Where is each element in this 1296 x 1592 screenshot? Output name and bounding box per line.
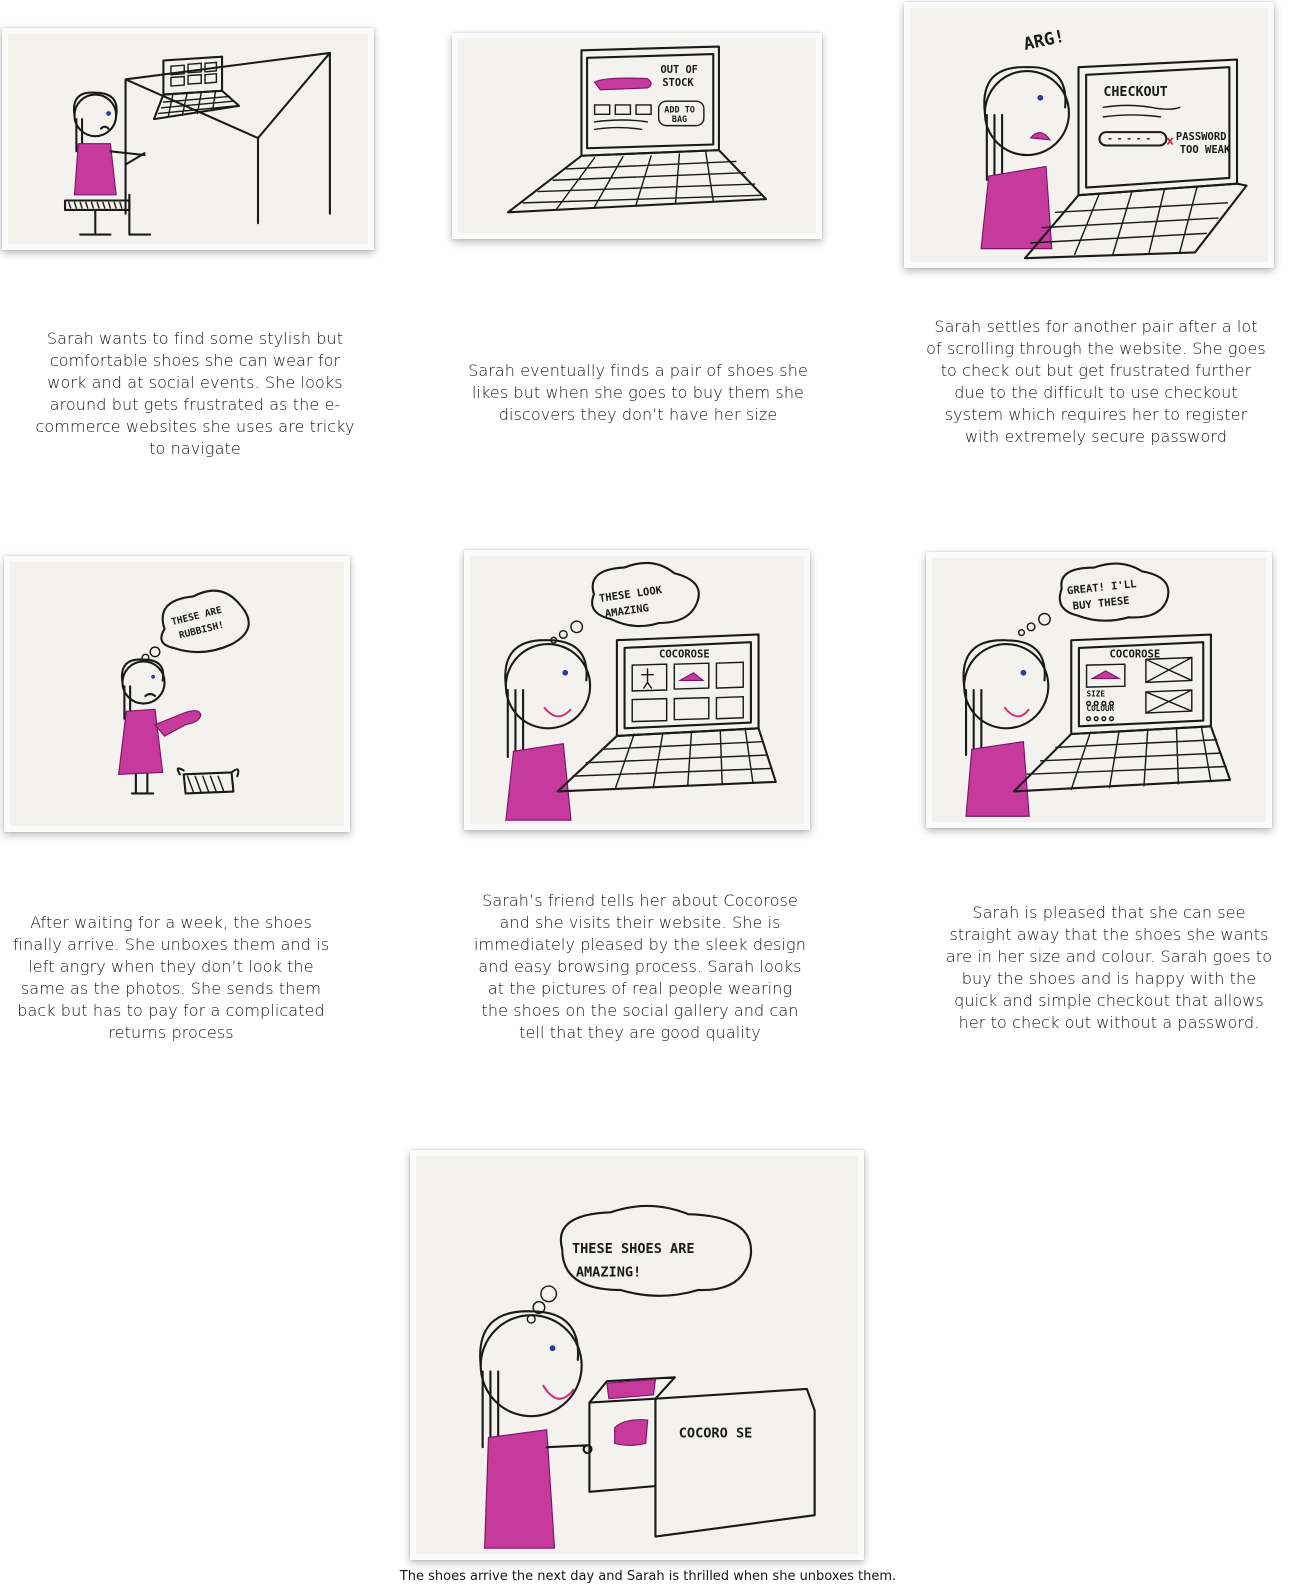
panel-4-sketch: THESE ARE RUBBISH! bbox=[4, 556, 350, 832]
panel-6-sketch: GREAT! I'LL BUY THESE COCOROSE SIZE COLO… bbox=[926, 552, 1272, 828]
size-option-label: SIZE bbox=[1087, 690, 1106, 699]
panel-2-sketch: OUT OF STOCK ADD TO BAG bbox=[452, 33, 822, 239]
password-error-line2: TOO WEAK bbox=[1180, 144, 1231, 156]
panel-2-drawing: OUT OF STOCK ADD TO BAG bbox=[506, 45, 768, 214]
thought-these-look-line1: THESE LOOK bbox=[598, 584, 663, 605]
panel-3-caption: Sarah settles for another pair after a l… bbox=[926, 317, 1266, 446]
panel-3-sketch: ARG! CHECKOUT x PASSWORD TOO WEAK bbox=[904, 2, 1274, 268]
panel-4-drawing: THESE ARE RUBBISH! bbox=[118, 589, 250, 795]
panel-5-caption: Sarah’s friend tells her about Cocorose … bbox=[474, 891, 806, 1042]
cocorose-screen-title: COCOROSE bbox=[659, 648, 710, 660]
thought-shoes-line1: THESE SHOES ARE bbox=[572, 1241, 695, 1257]
panel-7-caption: The shoes arrive the next day and Sarah … bbox=[399, 1569, 897, 1584]
panel-1-caption: Sarah wants to find some stylish but com… bbox=[35, 329, 355, 458]
panel-7-sketch: THESE SHOES ARE AMAZING! COCORO SE bbox=[410, 1150, 864, 1560]
panel-2-caption: Sarah eventually finds a pair of shoes s… bbox=[468, 361, 808, 424]
panel-5-sketch: THESE LOOK AMAZING COCOROSE bbox=[464, 550, 810, 830]
checkout-title: CHECKOUT bbox=[1103, 85, 1167, 100]
thought-these-look-line2: AMAZING bbox=[604, 602, 650, 620]
svg-text:x: x bbox=[1166, 134, 1174, 148]
panel-1-drawing bbox=[63, 51, 331, 236]
out-of-stock-line1: OUT OF bbox=[661, 64, 698, 76]
add-to-bag-line2: BAG bbox=[672, 114, 687, 124]
password-error-line1: PASSWORD bbox=[1176, 131, 1227, 143]
thought-great-line2: BUY THESE bbox=[1072, 595, 1130, 613]
panel-6-drawing: GREAT! I'LL BUY THESE COCOROSE SIZE COLO… bbox=[962, 562, 1232, 817]
thought-shoes-line2: AMAZING! bbox=[576, 1264, 641, 1280]
panel-6-caption: Sarah is pleased that she can see straig… bbox=[945, 903, 1273, 1032]
panel-1-sketch bbox=[2, 28, 374, 250]
box-brand-label: COCORO SE bbox=[679, 1426, 753, 1442]
panel-4-caption: After waiting for a week, the shoes fina… bbox=[12, 913, 330, 1042]
arg-exclaim: ARG! bbox=[1022, 27, 1067, 55]
panel-5-drawing: THESE LOOK AMAZING COCOROSE bbox=[504, 561, 777, 821]
panel-7-drawing: THESE SHOES ARE AMAZING! COCORO SE bbox=[479, 1204, 816, 1549]
out-of-stock-line2: STOCK bbox=[662, 77, 694, 89]
panel-3-drawing: ARG! CHECKOUT x PASSWORD TOO WEAK bbox=[980, 27, 1248, 260]
